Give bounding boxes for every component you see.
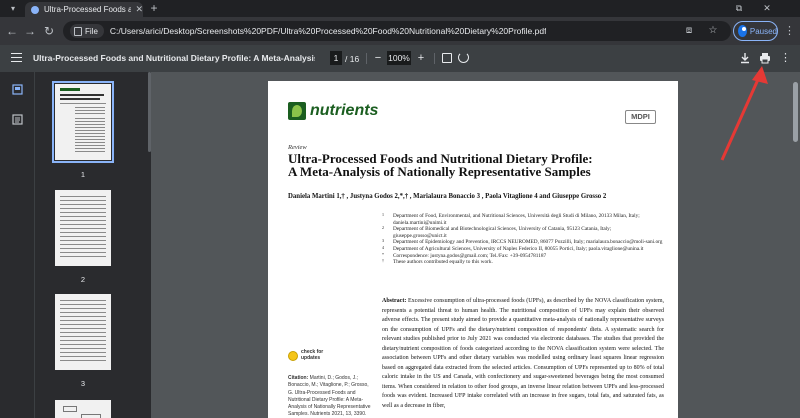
- tab-strip: ▾ Ultra-Processed Foods and Nut ✕ + ⧉ ✕: [0, 0, 800, 17]
- thumbnail-label: 3: [80, 379, 86, 388]
- toolbar-divider: [366, 53, 367, 64]
- tab-pdf[interactable]: Ultra-Processed Foods and Nut ✕: [25, 2, 143, 17]
- forward-icon[interactable]: →: [23, 24, 37, 38]
- outline-view-icon[interactable]: [12, 114, 23, 125]
- citation-block: Citation: Martini, D.; Godos, J.; Bonacc…: [288, 375, 374, 418]
- zoom-out-icon[interactable]: −: [372, 52, 384, 64]
- avatar: [738, 25, 747, 37]
- author-list: Daniela Martini 1,† , Justyna Godos 2,*,…: [288, 193, 607, 200]
- affiliation-item: 3 Department of Epidemiology and Preventi…: [382, 238, 663, 246]
- page-thumbnail-3[interactable]: [55, 294, 111, 370]
- affiliation-item: 1 Department of Food, Environmental, and …: [382, 212, 640, 226]
- affiliation-item: † These authors contributed equally to th…: [382, 258, 493, 266]
- article-title-line: A Meta-Analysis of Nationally Representa…: [288, 164, 591, 179]
- thumbnail-label: 2: [80, 275, 86, 284]
- address-bar[interactable]: File C:/Users/arici/Desktop/Screenshots%…: [63, 21, 731, 41]
- affiliation-item: * Correspondence: justyna.godos@gmail.com…: [382, 251, 547, 259]
- journal-brand: nutrients: [288, 102, 378, 120]
- page-thumbnail-2[interactable]: [55, 190, 111, 266]
- thumbnails-view-icon[interactable]: [12, 84, 23, 95]
- bookmark-star-icon[interactable]: ☆: [707, 25, 719, 37]
- abstract-label: Abstract:: [382, 298, 407, 304]
- page-number-input[interactable]: 1: [330, 51, 342, 65]
- more-actions-icon[interactable]: ⋮: [780, 52, 791, 64]
- thumbnail-label: 1: [80, 170, 86, 179]
- reload-icon[interactable]: ↻: [42, 24, 56, 38]
- check-updates-line: updates: [301, 354, 321, 361]
- thumbnail-sidebar: 1 2 3: [0, 72, 151, 418]
- print-icon[interactable]: [759, 52, 771, 64]
- affiliation-item: 4 Department of Agricultural Sciences, Un…: [382, 244, 644, 252]
- new-tab-icon[interactable]: +: [148, 2, 160, 14]
- fit-to-page-icon[interactable]: [442, 53, 452, 63]
- page-total: / 16: [345, 54, 360, 64]
- affiliations: 1 Department of Food, Environmental, and …: [382, 212, 664, 266]
- file-label: File: [85, 26, 98, 36]
- leaf-logo-icon: [288, 102, 306, 120]
- profile-button[interactable]: Paused: [733, 21, 778, 41]
- rotate-icon[interactable]: [458, 52, 469, 63]
- abstract: Abstract: Excessive consumption of ultra…: [382, 297, 664, 412]
- site-info-chip[interactable]: File: [70, 24, 104, 38]
- citation-label: Citation:: [288, 375, 309, 381]
- url-text[interactable]: C:/Users/arici/Desktop/Screenshots%20PDF…: [110, 26, 547, 36]
- cast-icon[interactable]: ⧈: [683, 25, 695, 37]
- abstract-text: Excessive consumption of ultra-processed…: [382, 298, 664, 410]
- browser-menu-icon[interactable]: ⋮: [784, 24, 795, 38]
- zoom-in-icon[interactable]: +: [415, 52, 427, 64]
- pdf-viewer: nutrients MDPI Review Ultra-Processed Fo…: [151, 72, 800, 418]
- pdf-page: nutrients MDPI Review Ultra-Processed Fo…: [268, 81, 678, 418]
- profile-status: Paused: [749, 26, 777, 36]
- page-thumbnail-1[interactable]: [52, 81, 114, 163]
- restore-window-icon[interactable]: ⧉: [732, 1, 746, 15]
- article-title: Ultra-Processed Foods and Nutritional Di…: [288, 152, 658, 178]
- tab-search-icon[interactable]: ▾: [7, 3, 19, 15]
- viewer-scrollbar[interactable]: [793, 82, 798, 142]
- close-window-icon[interactable]: ✕: [760, 1, 774, 15]
- globe-icon: [31, 5, 39, 14]
- back-icon[interactable]: ←: [5, 24, 19, 38]
- article-type: Review: [288, 144, 307, 151]
- download-icon[interactable]: [739, 52, 751, 64]
- update-check-icon: [288, 350, 298, 361]
- document-title: Ultra-Processed Foods and Nutritional Di…: [33, 53, 315, 63]
- toolbar-divider: [434, 53, 435, 64]
- zoom-input[interactable]: 100%: [387, 51, 411, 65]
- check-for-updates-badge[interactable]: check for updates: [288, 349, 323, 361]
- info-icon: [74, 26, 82, 36]
- page-thumbnail-4[interactable]: [55, 400, 111, 418]
- journal-name: nutrients: [310, 102, 379, 119]
- publisher-logo: MDPI: [625, 110, 656, 124]
- navigation-bar: ← → ↻ File C:/Users/arici/Desktop/Screen…: [0, 17, 800, 45]
- pdf-toolbar: Ultra-Processed Foods and Nutritional Di…: [0, 45, 800, 72]
- sidebar-divider: [34, 72, 35, 418]
- tab-title: Ultra-Processed Foods and Nut: [44, 5, 132, 14]
- menu-icon[interactable]: [11, 53, 22, 62]
- citation-text: Martini, D.; Godos, J.; Bonaccio, M.; Vi…: [288, 375, 371, 418]
- affiliation-item: 2 Department of Biomedical and Biotechnol…: [382, 225, 612, 239]
- tab-close-icon[interactable]: ✕: [135, 4, 143, 15]
